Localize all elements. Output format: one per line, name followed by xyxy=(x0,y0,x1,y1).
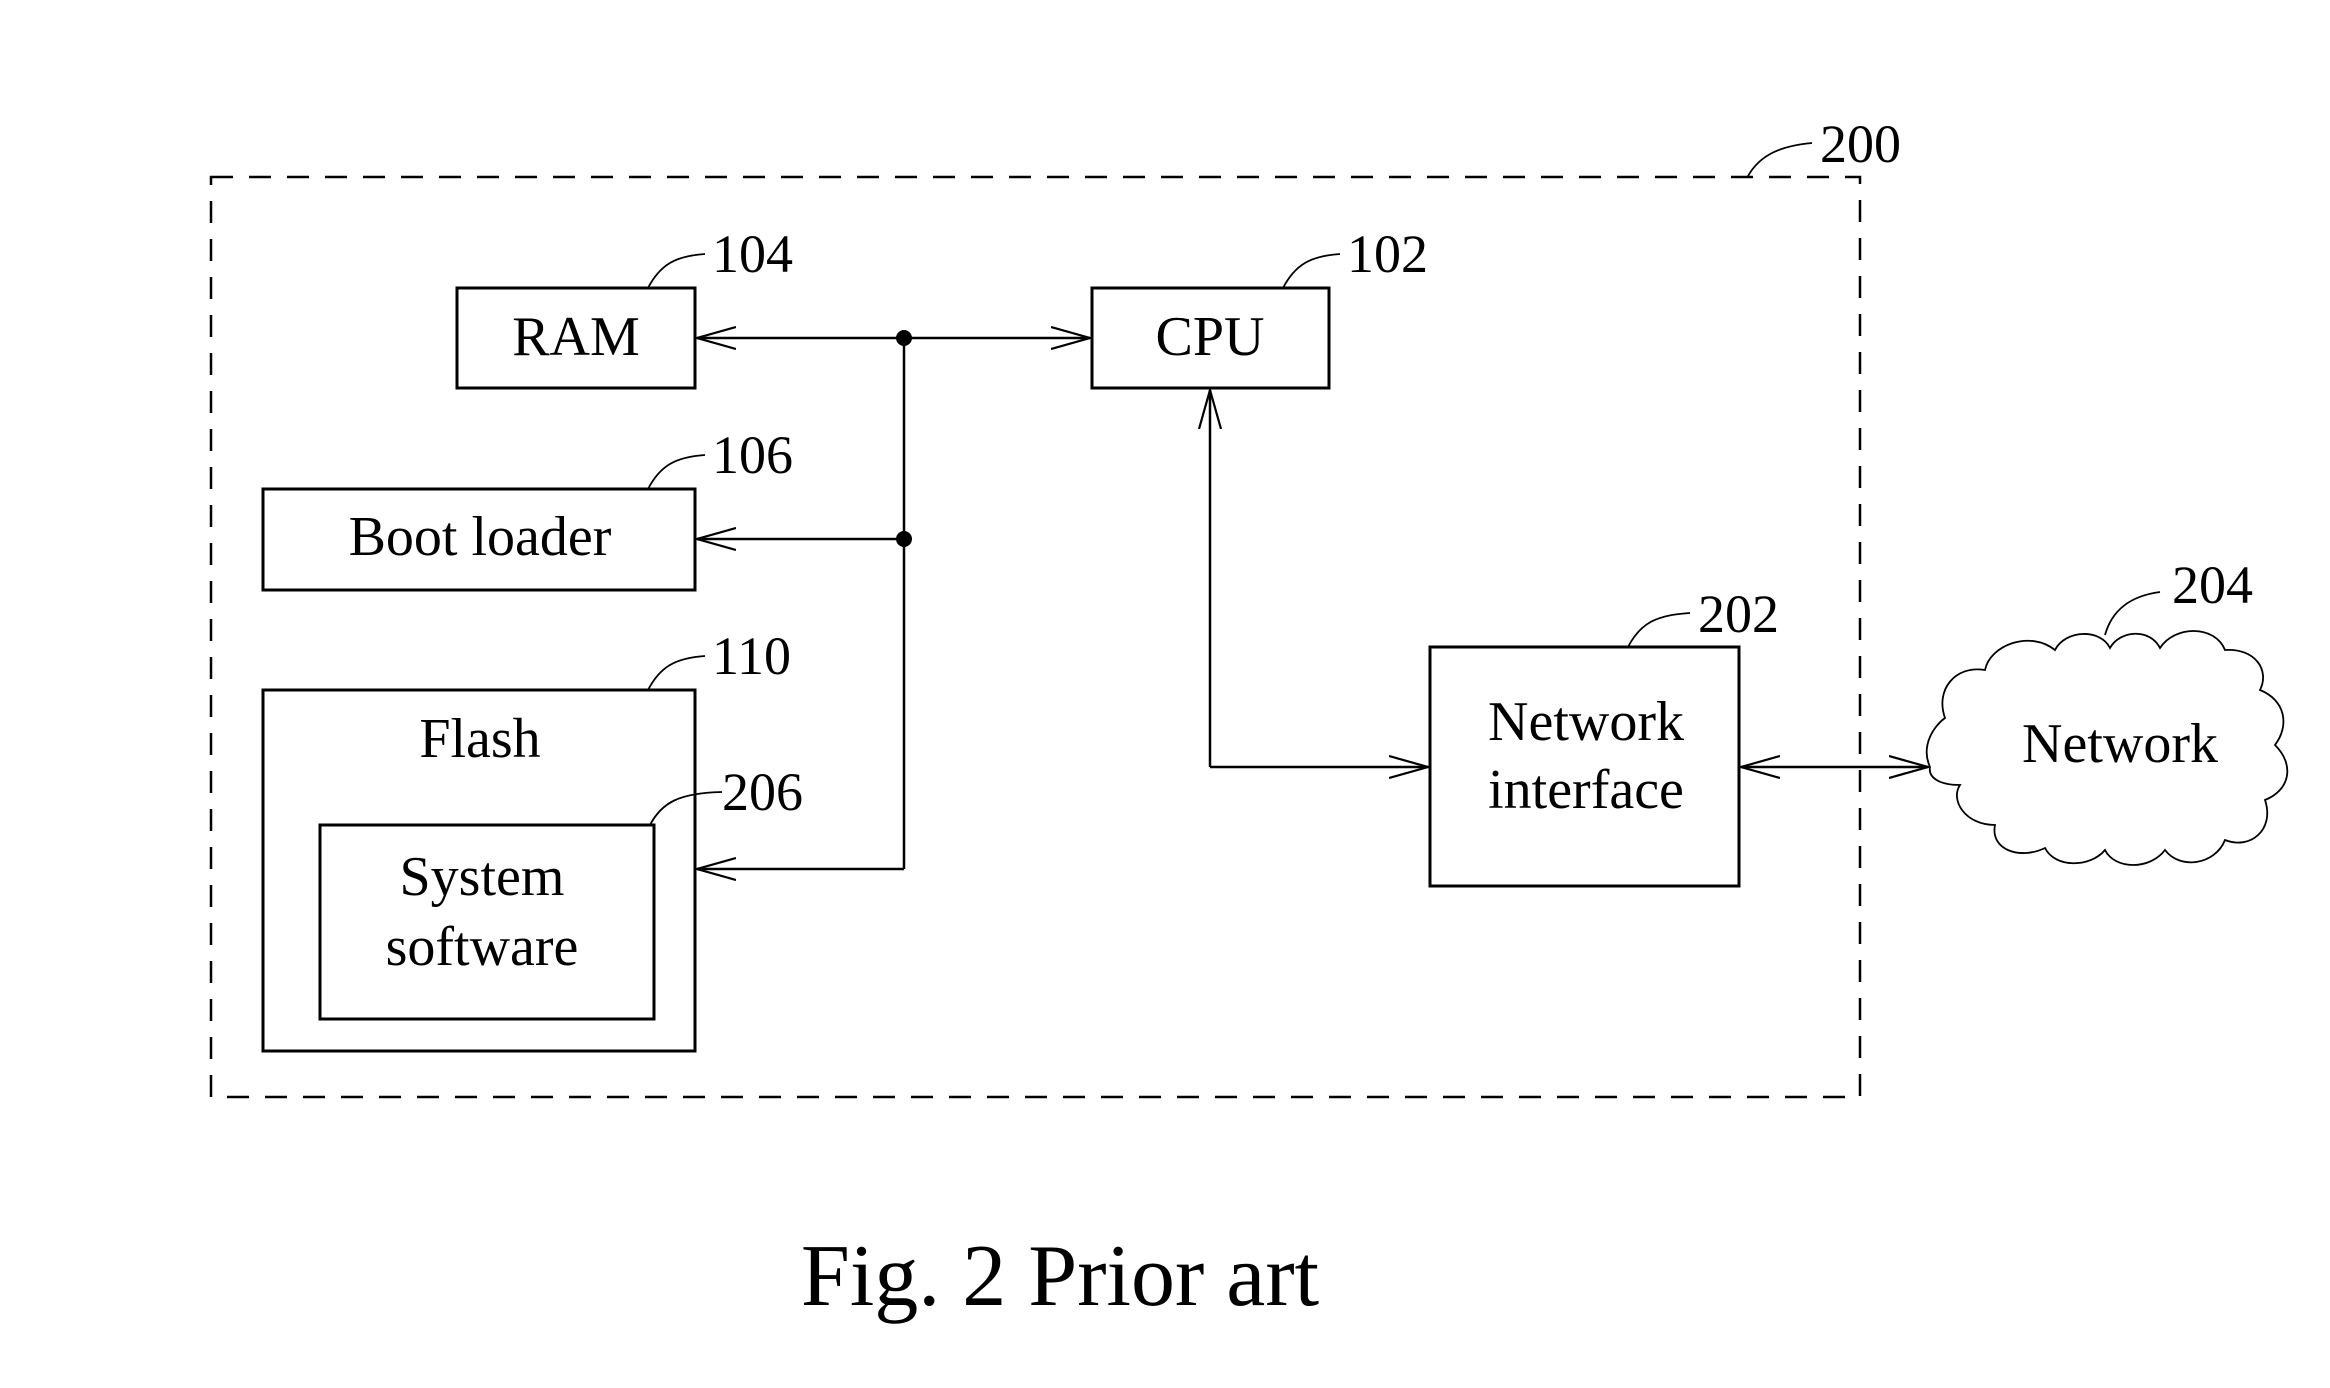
network-interface-label-line1: Network xyxy=(1488,691,1684,753)
figure-caption: Fig. 2 Prior art xyxy=(801,1228,1319,1325)
leader-line-106 xyxy=(647,454,706,490)
block-diagram: 200 RAM 104 CPU 102 Boot loader 106 Flas… xyxy=(209,114,2289,1325)
leader-line-104 xyxy=(647,253,706,289)
cpu-block: CPU 102 xyxy=(1090,224,1428,390)
leader-line-200 xyxy=(1747,142,1813,177)
leader-line-204 xyxy=(2104,591,2161,636)
ref-110: 110 xyxy=(712,626,791,686)
ram-block: RAM 104 xyxy=(455,224,793,390)
network-interface-block: Network interface 202 xyxy=(1428,584,1779,888)
ref-102: 102 xyxy=(1347,224,1428,284)
leader-line-110 xyxy=(647,655,706,691)
flash-block: Flash 110 System software 206 xyxy=(261,626,803,1053)
ref-200: 200 xyxy=(1820,114,1901,174)
flash-label: Flash xyxy=(419,708,540,770)
network-label: Network xyxy=(2022,713,2218,775)
network-cloud: Network 204 xyxy=(1925,555,2289,866)
system-software-label-line2: software xyxy=(386,916,579,978)
bus-junction-dot xyxy=(896,330,912,346)
leader-line-202 xyxy=(1627,612,1691,648)
boot-loader-block: Boot loader 106 xyxy=(261,425,793,592)
ref-202: 202 xyxy=(1698,584,1779,644)
ref-106: 106 xyxy=(712,425,793,485)
network-interface-label-line2: interface xyxy=(1488,759,1684,821)
leader-line-102 xyxy=(1282,253,1341,289)
boot-loader-label: Boot loader xyxy=(349,506,612,568)
ram-label: RAM xyxy=(512,306,640,368)
system-software-label-line1: System xyxy=(400,846,565,908)
ref-204: 204 xyxy=(2172,555,2253,615)
ref-104: 104 xyxy=(712,224,793,284)
ref-206: 206 xyxy=(722,762,803,822)
cpu-label: CPU xyxy=(1156,306,1265,368)
bus-junction-dot xyxy=(896,531,912,547)
